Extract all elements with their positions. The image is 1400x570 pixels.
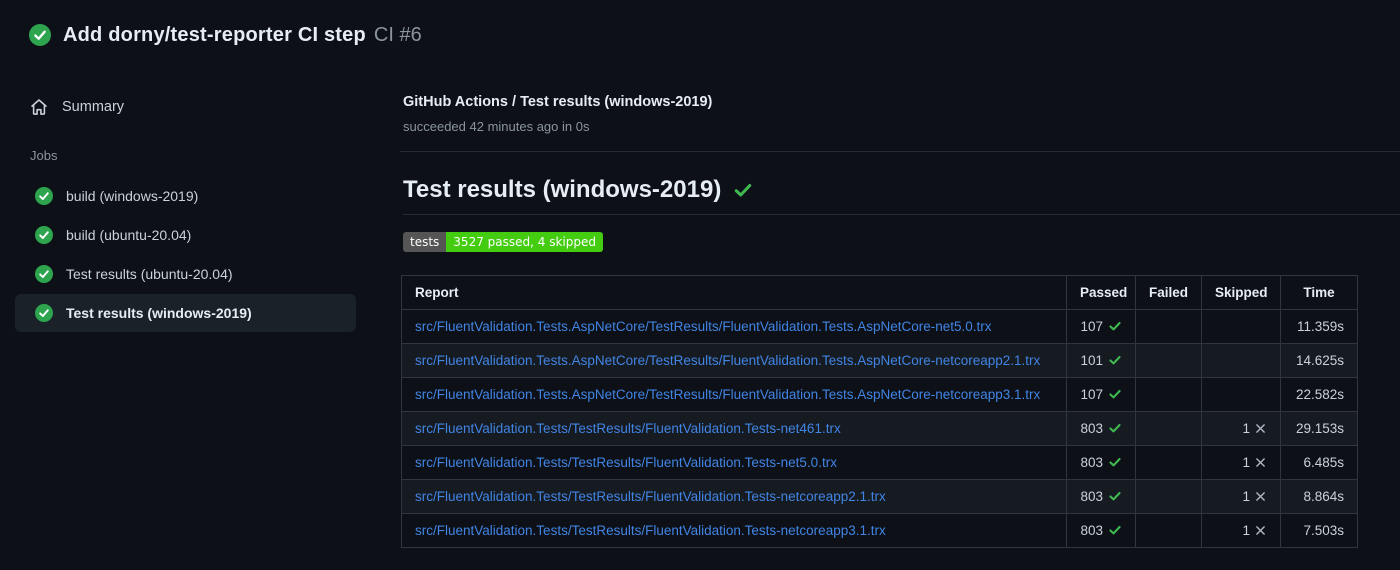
passed-check-icon	[1109, 423, 1121, 433]
sidebar-job-item[interactable]: Test results (ubuntu-20.04)	[15, 255, 356, 293]
table-row: src/FluentValidation.Tests/TestResults/F…	[401, 513, 1358, 548]
passed-check-icon	[1109, 457, 1121, 467]
workflow-run-number: CI #6	[373, 23, 422, 46]
run-header: Add dorny/test-reporter CI step CI #6	[0, 0, 1400, 70]
table-row: src/FluentValidation.Tests/TestResults/F…	[401, 445, 1358, 480]
skipped-x-icon	[1256, 424, 1265, 433]
check-run-status: succeeded 42 minutes ago in 0s	[403, 119, 590, 134]
job-item-label: build (windows-2019)	[66, 188, 199, 204]
job-item-label: build (ubuntu-20.04)	[66, 227, 192, 243]
skipped-x-icon	[1256, 526, 1265, 535]
column-header-failed: Failed	[1135, 275, 1202, 310]
time-cell: 14.625s	[1280, 343, 1358, 378]
test-results-table: Report Passed Failed Skipped Time src/Fl…	[401, 275, 1358, 548]
table-row: src/FluentValidation.Tests.AspNetCore/Te…	[401, 309, 1358, 344]
passed-check-icon	[1109, 355, 1121, 365]
report-heading-text: Test results (windows-2019)	[403, 176, 722, 203]
report-link[interactable]: src/FluentValidation.Tests.AspNetCore/Te…	[415, 353, 1040, 368]
main-content: GitHub Actions / Test results (windows-2…	[400, 70, 1400, 548]
job-success-check-circle-icon	[35, 265, 53, 283]
column-header-report: Report	[401, 275, 1067, 310]
passed-count: 107	[1080, 387, 1103, 402]
time-cell: 11.359s	[1280, 309, 1358, 344]
passed-check-icon	[1109, 491, 1121, 501]
table-row: src/FluentValidation.Tests/TestResults/F…	[401, 411, 1358, 446]
sidebar-job-item[interactable]: Test results (windows-2019)	[15, 294, 356, 332]
summary-label: Summary	[62, 99, 125, 115]
passed-count: 803	[1080, 489, 1103, 504]
report-link[interactable]: src/FluentValidation.Tests/TestResults/F…	[415, 489, 886, 504]
home-icon	[31, 99, 47, 115]
report-link[interactable]: src/FluentValidation.Tests.AspNetCore/Te…	[415, 319, 992, 334]
skipped-count: 1	[1242, 421, 1250, 436]
skipped-x-icon	[1256, 458, 1265, 467]
check-run-title: GitHub Actions / Test results (windows-2…	[403, 94, 713, 110]
passed-count: 107	[1080, 319, 1103, 334]
column-header-time: Time	[1280, 275, 1358, 310]
passed-check-icon	[1109, 389, 1121, 399]
table-header-row: Report Passed Failed Skipped Time	[401, 275, 1358, 310]
table-body: src/FluentValidation.Tests.AspNetCore/Te…	[401, 309, 1358, 548]
sidebar-item-summary[interactable]: Summary	[30, 92, 400, 122]
passed-check-icon	[1109, 525, 1121, 535]
job-list: build (windows-2019) build (ubuntu-20.04…	[0, 177, 400, 332]
table-row: src/FluentValidation.Tests/TestResults/F…	[401, 479, 1358, 514]
badge-value: 3527 passed, 4 skipped	[446, 232, 603, 252]
skipped-count: 1	[1242, 455, 1250, 470]
workflow-run-title: Add dorny/test-reporter CI step	[63, 23, 366, 46]
time-cell: 7.503s	[1280, 513, 1358, 548]
skipped-count: 1	[1242, 489, 1250, 504]
job-success-check-circle-icon	[35, 187, 53, 205]
sidebar: Summary Jobs build (windows-2019) build …	[0, 70, 400, 333]
heading-check-icon	[735, 184, 752, 197]
time-cell: 29.153s	[1280, 411, 1358, 446]
report-link[interactable]: src/FluentValidation.Tests/TestResults/F…	[415, 523, 886, 538]
table-row: src/FluentValidation.Tests.AspNetCore/Te…	[401, 343, 1358, 378]
report-link[interactable]: src/FluentValidation.Tests.AspNetCore/Te…	[415, 387, 1040, 402]
skipped-x-icon	[1256, 492, 1265, 501]
success-check-circle-icon	[29, 24, 51, 46]
badge-label: tests	[403, 232, 447, 252]
tests-badge: tests 3527 passed, 4 skipped	[403, 232, 603, 252]
jobs-section-label: Jobs	[30, 148, 58, 163]
column-header-passed: Passed	[1066, 275, 1136, 310]
sidebar-job-item[interactable]: build (windows-2019)	[15, 177, 356, 215]
job-item-label: Test results (windows-2019)	[66, 305, 252, 321]
report-heading: Test results (windows-2019)	[403, 176, 1400, 215]
table-row: src/FluentValidation.Tests.AspNetCore/Te…	[401, 377, 1358, 412]
job-success-check-circle-icon	[35, 304, 53, 322]
report-link[interactable]: src/FluentValidation.Tests/TestResults/F…	[415, 455, 837, 470]
column-header-skipped: Skipped	[1201, 275, 1281, 310]
passed-count: 803	[1080, 455, 1103, 470]
section-divider	[400, 151, 1400, 152]
job-item-label: Test results (ubuntu-20.04)	[66, 266, 233, 282]
passed-check-icon	[1109, 321, 1121, 331]
passed-count: 101	[1080, 353, 1103, 368]
passed-count: 803	[1080, 523, 1103, 538]
skipped-count: 1	[1242, 523, 1250, 538]
time-cell: 22.582s	[1280, 377, 1358, 412]
passed-count: 803	[1080, 421, 1103, 436]
time-cell: 8.864s	[1280, 479, 1358, 514]
job-success-check-circle-icon	[35, 226, 53, 244]
time-cell: 6.485s	[1280, 445, 1358, 480]
sidebar-job-item[interactable]: build (ubuntu-20.04)	[15, 216, 356, 254]
report-link[interactable]: src/FluentValidation.Tests/TestResults/F…	[415, 421, 841, 436]
